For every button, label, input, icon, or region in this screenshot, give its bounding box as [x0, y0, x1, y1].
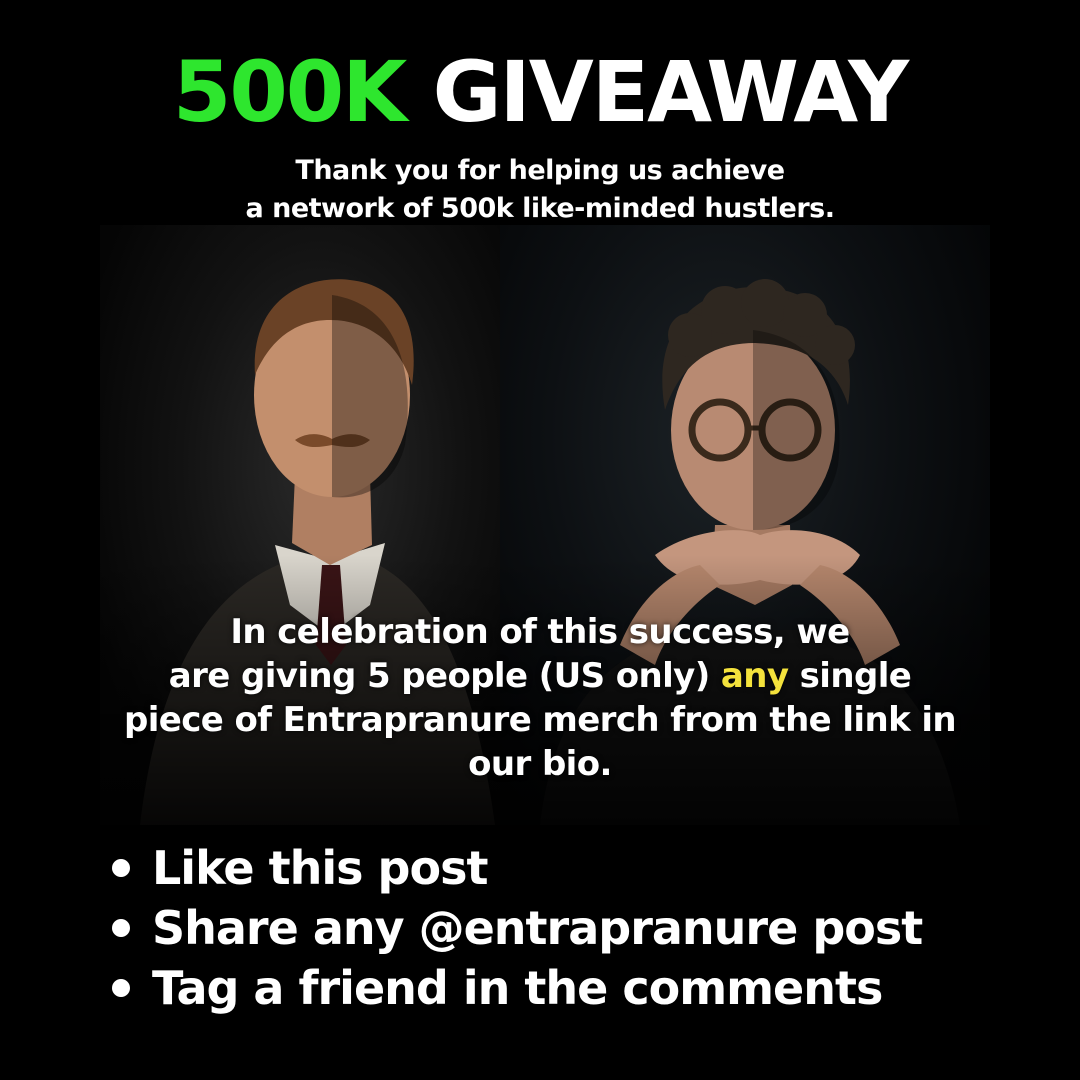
description-line-1: In celebration of this success, we — [230, 612, 850, 652]
list-item-label: Tag a friend in the comments — [152, 961, 883, 1015]
subtitle-line-1: Thank you for helping us achieve — [295, 155, 785, 186]
highlighted-word: any — [720, 656, 789, 696]
list-item: Tag a friend in the comments — [112, 958, 1052, 1018]
giveaway-post: 500K GIVEAWAY Thank you for helping us a… — [0, 0, 1080, 1080]
description-line-2: are giving 5 people (US only) any single — [40, 654, 1040, 698]
giveaway-description: In celebration of this success, we are g… — [40, 610, 1040, 786]
list-item: Share any @entrapranure post — [112, 898, 1052, 958]
bullet-dot-icon — [112, 979, 130, 997]
bullet-dot-icon — [112, 919, 130, 937]
subtitle-line-2: a network of 500k like-minded hustlers. — [245, 193, 835, 224]
description-line-2-start: are giving 5 people (US only) — [168, 656, 721, 696]
title-rest: GIVEAWAY — [432, 43, 910, 141]
list-item-label: Like this post — [152, 841, 488, 895]
entry-steps-list: Like this post Share any @entrapranure p… — [112, 838, 1052, 1018]
list-item: Like this post — [112, 838, 1052, 898]
description-line-2-end: single — [788, 656, 912, 696]
giveaway-title: 500K GIVEAWAY — [0, 44, 1080, 140]
bullet-dot-icon — [112, 859, 130, 877]
description-line-4: our bio. — [468, 744, 612, 784]
description-line-3: piece of Entrapranure merch from the lin… — [123, 700, 957, 740]
title-accent: 500K — [172, 43, 407, 141]
list-item-label: Share any @entrapranure post — [152, 901, 923, 955]
subtitle: Thank you for helping us achieve a netwo… — [0, 152, 1080, 228]
